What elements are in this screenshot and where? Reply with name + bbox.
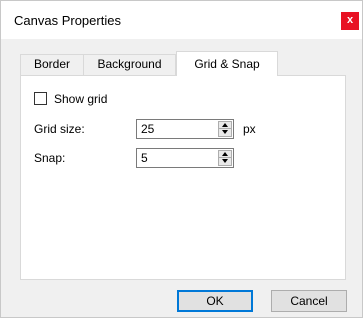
- tab-background[interactable]: Background: [83, 54, 176, 75]
- grid-size-label: Grid size:: [34, 122, 85, 136]
- snap-decrement-button[interactable]: [219, 158, 231, 165]
- tab-background-label: Background: [97, 57, 162, 71]
- title-bar: Canvas Properties x: [1, 1, 362, 39]
- snap-label: Snap:: [34, 151, 66, 165]
- tab-border-label: Border: [33, 57, 71, 71]
- grid-size-stepper: [136, 119, 234, 139]
- grid-size-input[interactable]: [139, 121, 215, 137]
- caret-up-icon: [222, 123, 228, 127]
- caret-down-icon: [222, 130, 228, 134]
- tab-grid-snap-label: Grid & Snap: [194, 57, 260, 71]
- caret-up-icon: [222, 152, 228, 156]
- close-icon: x: [346, 14, 354, 26]
- snap-input[interactable]: [139, 150, 215, 166]
- ok-button[interactable]: OK: [177, 290, 253, 312]
- grid-size-decrement-button[interactable]: [219, 129, 231, 136]
- cancel-button[interactable]: Cancel: [271, 290, 347, 312]
- grid-size-increment-button[interactable]: [219, 122, 231, 129]
- snap-increment-button[interactable]: [219, 151, 231, 158]
- snap-spin-buttons: [218, 150, 232, 166]
- canvas-properties-dialog: Canvas Properties x Border Background Gr…: [0, 0, 363, 318]
- grid-snap-panel: Show grid Grid size: px Snap:: [20, 75, 346, 280]
- show-grid-label[interactable]: Show grid: [54, 91, 107, 107]
- caret-down-icon: [222, 159, 228, 163]
- snap-stepper: [136, 148, 234, 168]
- dialog-title: Canvas Properties: [14, 13, 121, 28]
- grid-size-spin-buttons: [218, 121, 232, 137]
- close-button[interactable]: x: [341, 12, 359, 30]
- tab-border[interactable]: Border: [20, 54, 84, 75]
- tab-grid-snap[interactable]: Grid & Snap: [176, 51, 278, 76]
- show-grid-checkbox[interactable]: [34, 92, 47, 105]
- grid-size-unit: px: [243, 122, 256, 136]
